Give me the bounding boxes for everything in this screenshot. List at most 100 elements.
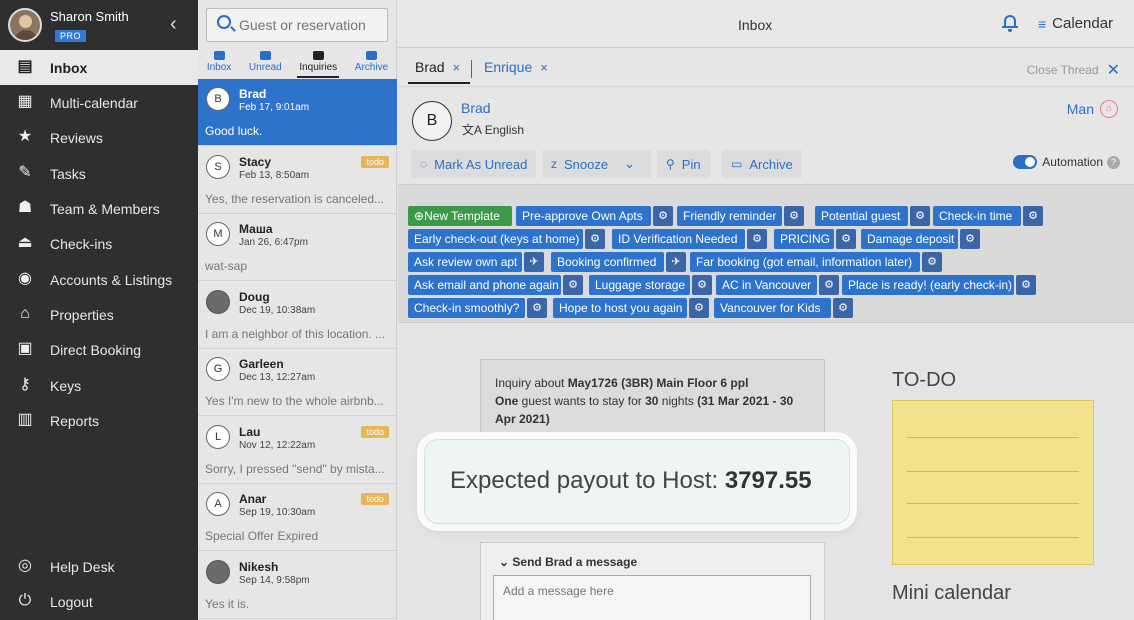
sidebar-item-check-ins[interactable]: ⏏ Check-ins — [0, 226, 198, 261]
new-template-button[interactable]: ⊕New Template — [408, 206, 512, 226]
sidebar-item-reports[interactable]: ▥ Reports — [0, 403, 198, 438]
gear-icon[interactable]: ⚙ — [653, 206, 673, 226]
sidebar-item-team-members[interactable]: ☗ Team & Members — [0, 191, 198, 226]
template-chip[interactable]: Potential guest — [815, 206, 908, 226]
guest-avatar: S — [206, 154, 230, 179]
template-chip[interactable]: Pre-approve Own Apts — [516, 206, 651, 226]
search-box[interactable] — [206, 8, 388, 42]
gear-icon[interactable]: ⚙ — [833, 298, 853, 318]
plane-icon[interactable]: ✈ — [666, 252, 686, 272]
composer-toggle[interactable]: ⌄ Send Brad a message — [499, 555, 637, 569]
template-chip[interactable]: Vancouver for Kids — [714, 298, 831, 318]
collapse-sidebar-icon[interactable]: ‹ — [170, 14, 177, 34]
conversation-item[interactable]: G Garleen Dec 13, 12:27am Yes I'm new to th… — [198, 349, 397, 416]
message-date: Dec 13, 12:27am — [239, 372, 316, 383]
template-chip[interactable]: Friendly reminder — [677, 206, 782, 226]
sidebar-item-multi-calendar[interactable]: ▦ Multi-calendar — [0, 85, 198, 120]
conversation-item[interactable]: Nikesh Sep 14, 9:58pm Yes it is. — [198, 552, 397, 619]
notifications-bell-icon[interactable] — [1002, 14, 1018, 32]
plane-icon[interactable]: ✈ — [524, 252, 544, 272]
todo-badge: todo — [361, 425, 389, 438]
conversation-item[interactable]: L Lau Nov 12, 12:22am Sorry, I pressed "sen… — [198, 417, 397, 484]
template-chip[interactable]: Hope to host you again — [553, 298, 687, 318]
gear-icon[interactable]: ⚙ — [692, 275, 712, 295]
sidebar-item-accounts-listings[interactable]: ◉ Accounts & Listings — [0, 262, 198, 297]
gear-icon[interactable]: ⚙ — [585, 229, 605, 249]
template-chip[interactable]: Early check-out (keys at home) — [408, 229, 583, 249]
conversation-item[interactable]: B Brad Feb 17, 9:01am Good luck. — [198, 79, 397, 146]
home-icon: ⌂ — [20, 304, 30, 322]
gear-icon[interactable]: ⚙ — [527, 298, 547, 318]
gear-icon[interactable]: ⚙ — [960, 229, 980, 249]
template-chip[interactable]: Far booking (got email, information late… — [690, 252, 920, 272]
filter-tab-inbox[interactable]: Inbox — [205, 48, 233, 78]
template-chip[interactable]: Ask review own apt — [408, 252, 522, 272]
template-chip[interactable]: Ask email and phone again — [408, 275, 561, 295]
sidebar-item-properties[interactable]: ⌂ Properties — [0, 297, 198, 332]
tab-enrique[interactable]: Enrique × — [484, 59, 548, 75]
inbox-filters: Inbox Unread Inquiries Archive — [198, 48, 397, 78]
gear-icon[interactable]: ⚙ — [1023, 206, 1043, 226]
chevron-down-icon[interactable]: ⌄ — [624, 156, 635, 172]
template-chip[interactable]: Booking confirmed — [551, 252, 664, 272]
gear-icon[interactable]: ⚙ — [836, 229, 856, 249]
template-chip[interactable]: AC in Vancouver — [716, 275, 817, 295]
gear-icon[interactable]: ⚙ — [1016, 275, 1036, 295]
help-icon[interactable]: ? — [1107, 155, 1120, 169]
template-chip[interactable]: PRICING — [774, 229, 834, 249]
sidebar-item-reviews[interactable]: ★ Reviews — [0, 120, 198, 155]
sidebar-item-tasks[interactable]: ✎ Tasks — [0, 156, 198, 191]
gear-icon[interactable]: ⚙ — [563, 275, 583, 295]
calendar-link-label: Calendar — [1052, 15, 1114, 32]
message-input[interactable]: Add a message here — [493, 575, 811, 620]
snooze-button[interactable]: z Snooze ⌄ — [542, 150, 651, 178]
template-chip[interactable]: Check-in time — [933, 206, 1021, 226]
conversation-item[interactable]: S Stacy Feb 13, 8:50am Yes, the reservation… — [198, 147, 397, 214]
filter-tab-archive[interactable]: Archive — [353, 48, 390, 78]
template-chip[interactable]: Luggage storage — [589, 275, 690, 295]
toggle-switch[interactable] — [1013, 155, 1038, 169]
sidebar-item-keys[interactable]: ⚷ Keys — [0, 368, 198, 403]
sidebar-item-logout[interactable]: ⏻ Logout — [0, 584, 198, 619]
assignee[interactable]: Man ⌂ — [1067, 100, 1118, 118]
sidebar-item-direct-booking[interactable]: ▣ Direct Booking — [0, 332, 198, 367]
guest-avatar: M — [206, 222, 230, 246]
calendar-link[interactable]: ≡ Calendar — [1038, 15, 1113, 32]
mark-as-unread-button[interactable]: ◌ Mark As Unread — [411, 150, 537, 178]
archive-button[interactable]: ▭ Archive — [722, 150, 802, 178]
conversation-item[interactable]: Doug Dec 19, 10:38am I am a neighbor of th… — [198, 282, 397, 349]
template-chip[interactable]: Damage deposit — [861, 229, 958, 249]
filter-tab-unread[interactable]: Unread — [247, 48, 284, 78]
guest-avatar — [206, 559, 230, 584]
template-chip[interactable]: Place is ready! (early check-in) — [842, 275, 1014, 295]
gear-icon[interactable]: ⚙ — [910, 206, 930, 226]
search-input[interactable] — [239, 15, 384, 35]
sidebar-item-inbox[interactable]: ▤ Inbox — [0, 50, 198, 85]
user-profile[interactable]: Sharon Smith PRO ‹ — [8, 6, 192, 46]
close-tab-icon[interactable]: × — [540, 60, 548, 75]
gear-icon[interactable]: ⚙ — [819, 275, 839, 295]
tab-label: Enrique — [484, 59, 533, 75]
thread-tabs: Brad × Enrique × Close Thread ✕ — [398, 49, 1134, 85]
gear-icon[interactable]: ⚙ — [922, 252, 942, 272]
filter-tab-inquiries[interactable]: Inquiries — [297, 48, 340, 78]
gear-icon[interactable]: ⚙ — [747, 229, 767, 249]
guest-name: Маша — [239, 222, 273, 236]
expected-payout-callout: Expected payout to Host: 3797.55 — [424, 439, 850, 524]
conversation-item[interactable]: M Маша Jan 26, 6:47pm wat-sap — [198, 214, 397, 281]
template-chip[interactable]: ID Verification Needed — [612, 229, 745, 249]
todo-sticky-note[interactable] — [892, 400, 1094, 565]
tab-brad[interactable]: Brad × — [415, 59, 460, 75]
conversation-item[interactable]: A Anar Sep 19, 10:30am Special Offer Expire… — [198, 484, 397, 551]
close-tab-icon[interactable]: × — [453, 60, 461, 75]
gear-icon[interactable]: ⚙ — [784, 206, 804, 226]
template-chip[interactable]: Check-in smoothly? — [408, 298, 525, 318]
message-preview: Good luck. — [205, 124, 263, 138]
sidebar-item-help-desk[interactable]: ◎ Help Desk — [0, 549, 198, 584]
close-thread-button[interactable]: Close Thread ✕ — [1027, 60, 1120, 80]
gear-icon[interactable]: ⚙ — [689, 298, 709, 318]
pin-button[interactable]: ⚲ Pin — [657, 150, 710, 178]
automation-toggle[interactable]: Automation? — [1013, 155, 1120, 169]
guest-name-link[interactable]: Brad — [461, 100, 491, 116]
snooze-icon: z — [551, 157, 557, 171]
